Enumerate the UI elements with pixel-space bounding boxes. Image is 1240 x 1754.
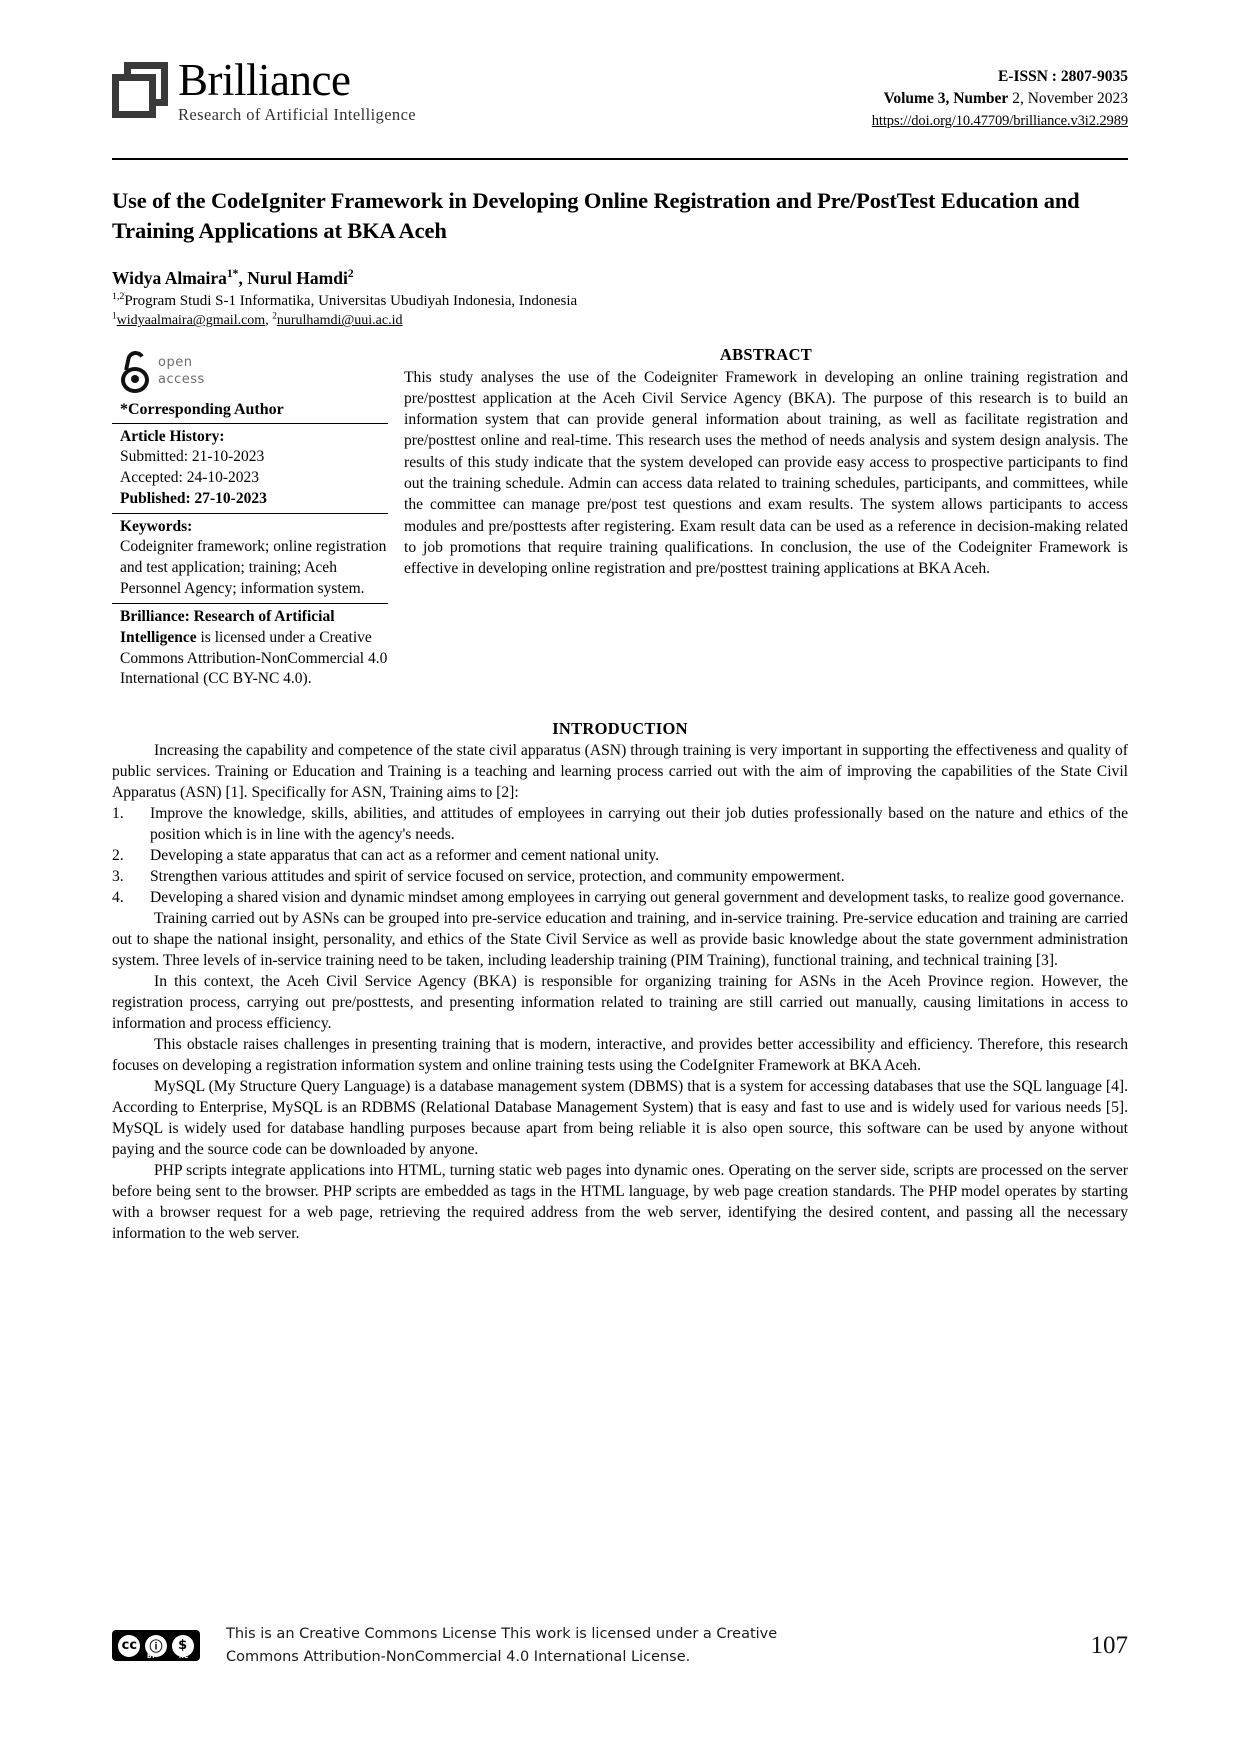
footer-license-line-1: This is an Creative Commons License This… <box>226 1626 778 1643</box>
list-item: 2. Developing a state apparatus that can … <box>112 846 1128 867</box>
header-divider <box>112 158 1128 160</box>
email-two-link[interactable]: nurulhamdi@uui.ac.id <box>277 313 403 328</box>
list-item-text: Strengthen various attitudes and spirit … <box>150 868 845 886</box>
volume-label: Volume 3, Number 2, November 2023 <box>872 88 1128 110</box>
keywords-block: Keywords: Codeigniter framework; online … <box>112 512 388 603</box>
article-history-label: Article History: <box>120 427 225 445</box>
abstract-heading: ABSTRACT <box>719 344 813 364</box>
intro-paragraph-3: In this context, the Aceh Civil Service … <box>112 973 1128 1032</box>
list-item: 3. Strengthen various attitudes and spiri… <box>112 867 1128 888</box>
cc-nc-label: NC <box>178 1653 189 1661</box>
article-history-block: Article History: Submitted: 21-10-2023 A… <box>112 422 388 513</box>
list-item-number: 2. <box>112 847 124 865</box>
open-access-line-2: access <box>158 371 205 387</box>
doi-link[interactable]: https://doi.org/10.47709/brilliance.v3i2… <box>872 111 1128 132</box>
author-list: Widya Almaira1*, Nurul Hamdi2 <box>112 267 354 288</box>
journal-tagline: Research of Artificial Intelligence <box>178 105 417 124</box>
intro-paragraph-4: This obstacle raises challenges in prese… <box>112 1035 1128 1074</box>
creative-commons-icon: cc ⓘ $ BY NC <box>112 1630 200 1662</box>
list-item-number: 3. <box>112 868 124 886</box>
cc-by-label: BY <box>146 1653 156 1661</box>
list-item-text: Developing a state apparatus that can ac… <box>150 847 660 865</box>
footer-license-line-2: Commons Attribution-NonCommercial 4.0 In… <box>226 1648 691 1665</box>
intro-paragraph-1: Increasing the capability and competence… <box>112 742 1128 802</box>
issue-info: E-ISSN : 2807-9035 Volume 3, Number 2, N… <box>872 52 1128 132</box>
training-aims-list: 1. Improve the knowledge, skills, abiliti… <box>112 804 1128 909</box>
intro-paragraph-6: PHP scripts integrate applications into … <box>112 1161 1128 1242</box>
page-footer: cc ⓘ $ BY NC This is an Creative Commons… <box>112 1623 1128 1668</box>
journal-logo: Brilliance Research of Artificial Intell… <box>112 52 416 124</box>
intro-paragraph-5: MySQL (My Structure Query Language) is a… <box>112 1077 1128 1158</box>
affiliation-marker: 1,2 <box>112 290 125 302</box>
eissn-label: E-ISSN : 2807-9035 <box>997 68 1128 85</box>
submitted-date: Submitted: 21-10-2023 <box>120 448 265 466</box>
list-item: 4. Developing a shared vision and dynamic… <box>112 888 1128 909</box>
author-two-marker: 2 <box>347 268 354 281</box>
abstract-column: ABSTRACT This study analyses the use of … <box>398 345 1128 580</box>
keywords-text: Codeigniter framework; online registrati… <box>120 538 387 597</box>
list-item-number: 4. <box>112 889 124 907</box>
accepted-date: Accepted: 24-10-2023 <box>120 469 260 487</box>
introduction-heading: INTRODUCTION <box>552 719 688 739</box>
author-one-marker: 1* <box>226 268 239 281</box>
journal-name: Brilliance <box>178 55 351 105</box>
journal-page: Brilliance Research of Artificial Intell… <box>0 0 1240 1754</box>
author-one: Widya Almaira <box>112 267 227 288</box>
affiliation-text: Program Studi S-1 Informatika, Universit… <box>124 292 578 309</box>
list-item-text: Developing a shared vision and dynamic m… <box>150 889 1125 907</box>
footer-license-text: This is an Creative Commons License This… <box>226 1623 1071 1668</box>
license-block: Brilliance: Research of Artificial Intel… <box>112 602 388 694</box>
author-two: Nurul Hamdi <box>247 267 348 288</box>
masthead: Brilliance Research of Artificial Intell… <box>112 52 1128 144</box>
open-lock-icon <box>120 348 150 393</box>
list-item-text: Improve the knowledge, skills, abilities… <box>150 805 1128 844</box>
open-access-badge: open access <box>112 345 388 401</box>
volume-bold: Volume 3, Number <box>883 90 1009 108</box>
keywords-label: Keywords: <box>120 517 193 535</box>
page-number: 107 <box>1090 1631 1129 1659</box>
list-item-number: 1. <box>112 805 124 823</box>
list-item: 1. Improve the knowledge, skills, abiliti… <box>112 804 1128 846</box>
brilliance-logo-icon <box>112 62 168 118</box>
email-one-link[interactable]: widyaalmaira@gmail.com <box>117 313 266 328</box>
corresponding-author-label: *Corresponding Author <box>120 400 284 418</box>
abstract-text: This study analyses the use of the Codei… <box>404 368 1128 578</box>
article-title: Use of the CodeIgniter Framework in Deve… <box>112 188 1080 243</box>
open-access-label: open access <box>158 355 205 388</box>
open-access-line-1: open <box>158 355 193 371</box>
published-date: Published: 27-10-2023 <box>120 489 267 507</box>
intro-paragraph-2: Training carried out by ASNs can be grou… <box>112 910 1128 970</box>
abstract-section: open access *Corresponding Author Articl… <box>112 345 1128 694</box>
volume-rest: 2, November 2023 <box>1008 90 1128 108</box>
author-emails: 1widyaalmaira@gmail.com, 2nurulhamdi@uui… <box>112 310 403 329</box>
article-meta-sidebar: open access *Corresponding Author Articl… <box>112 345 398 694</box>
affiliation: 1,2Program Studi S-1 Informatika, Univer… <box>112 290 1128 312</box>
